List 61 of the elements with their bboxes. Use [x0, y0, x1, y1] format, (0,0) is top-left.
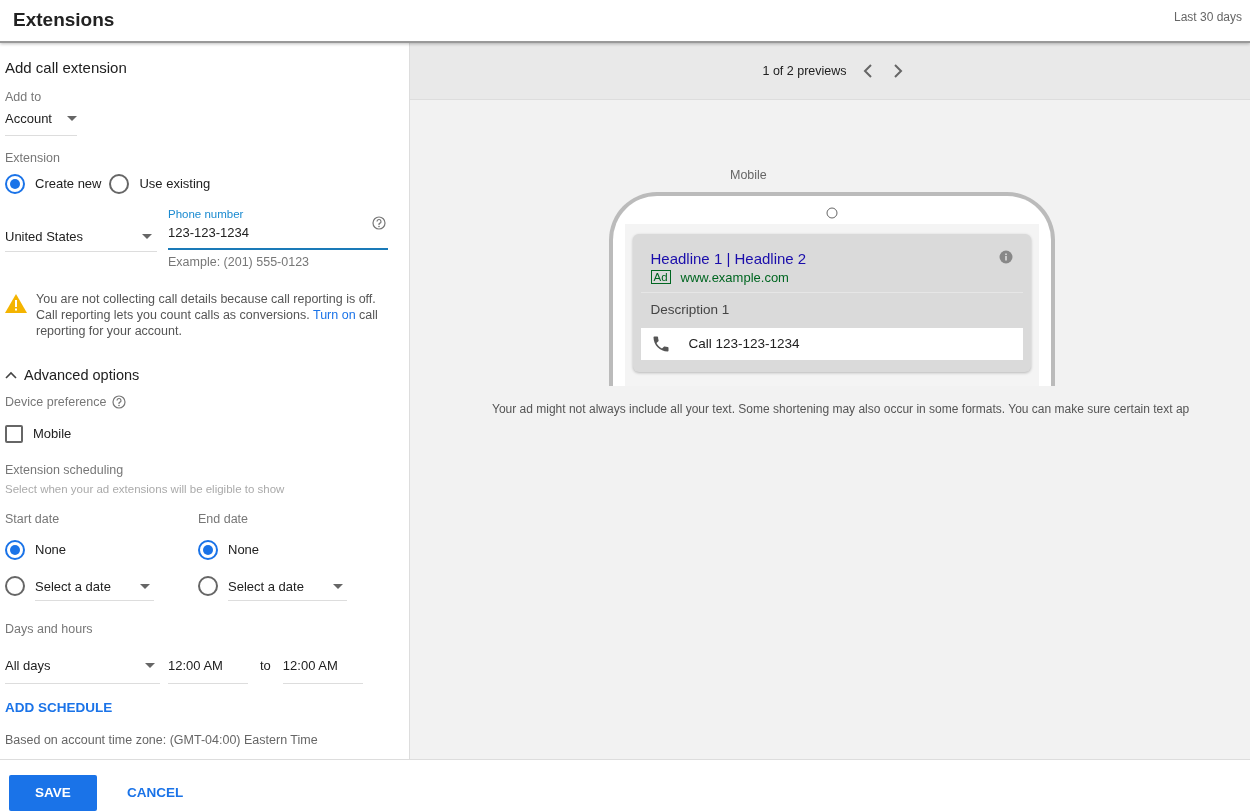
- preview-counter: 1 of 2 previews: [762, 63, 847, 78]
- field-label: Device preference: [5, 394, 107, 409]
- field-label: Start date: [5, 511, 61, 526]
- start-time-field[interactable]: 12:00 AM: [168, 647, 248, 684]
- radio-button[interactable]: [198, 539, 218, 560]
- radio-button[interactable]: [5, 539, 25, 560]
- field-hint: Example: (201) 555-0123: [168, 254, 311, 269]
- section-hint: Select when your ad extensions will be eligible to show: [5, 482, 286, 495]
- date-dropdown[interactable]: Select a date: [228, 578, 347, 601]
- radio-button[interactable]: [198, 575, 218, 596]
- help-icon[interactable]: [372, 215, 386, 230]
- form-heading: Add call extension: [5, 58, 128, 76]
- ad-description: Description 1: [649, 300, 731, 319]
- checkbox[interactable]: [5, 424, 23, 443]
- page-title: Extensions: [13, 9, 115, 32]
- radio-label: Use existing: [139, 176, 211, 192]
- field-label: Add to: [5, 89, 43, 104]
- field-label: End date: [198, 511, 250, 526]
- warning-message: You are not collecting call details because call reporting is off. Call reporting lets you count calls as conversions. Turn on call reporting for your account.: [36, 290, 379, 339]
- caret-icon: [67, 115, 77, 121]
- preview-note: Your ad might not always include all your text. Some shortening may also occur in some formats. You can make sure certain text ap: [492, 401, 1190, 416]
- info-icon[interactable]: [998, 249, 1013, 264]
- checkbox-label: Mobile: [33, 426, 72, 442]
- phone-number-field[interactable]: Phone number 123-123-1234: [168, 207, 388, 250]
- previous-icon[interactable]: [862, 63, 873, 78]
- radio-label: Create new: [35, 176, 102, 192]
- add-to-dropdown[interactable]: Account: [5, 103, 77, 136]
- date-dropdown[interactable]: Select a date: [35, 578, 154, 601]
- device-label: Mobile: [730, 167, 767, 182]
- section-label: Extension scheduling: [5, 462, 125, 477]
- caret-icon: [142, 233, 152, 239]
- radio-button[interactable]: [5, 173, 25, 194]
- save-button[interactable]: SAVE: [9, 774, 97, 811]
- add-schedule-link[interactable]: ADD SCHEDULE: [5, 699, 113, 715]
- field-label: Days and hours: [5, 621, 94, 636]
- cancel-button[interactable]: CANCEL: [121, 779, 190, 807]
- ad-url: www.example.com: [680, 269, 789, 285]
- timezone-note: Based on account time zone: (GMT-04:00) Eastern Time: [5, 732, 319, 747]
- field-label: Phone number: [168, 207, 244, 220]
- warning-icon: [5, 293, 27, 313]
- advanced-options-toggle[interactable]: Advanced options: [5, 366, 409, 383]
- to-label: to: [260, 658, 271, 674]
- radio-label: None: [228, 542, 260, 558]
- camera-icon: [825, 206, 838, 219]
- radio-label: None: [35, 542, 67, 558]
- next-icon[interactable]: [892, 63, 903, 78]
- radio-button[interactable]: [109, 173, 130, 194]
- country-dropdown[interactable]: United States: [5, 221, 157, 252]
- date-range[interactable]: Last 30 days: [1173, 10, 1242, 24]
- caret-icon: [145, 662, 155, 668]
- caret-icon: [140, 583, 150, 589]
- radio-button[interactable]: [5, 575, 25, 596]
- ad-headline[interactable]: Headline 1 | Headline 2: [650, 249, 807, 267]
- field-label: Extension: [5, 150, 61, 165]
- ad-badge: Ad: [650, 270, 671, 285]
- turn-on-link[interactable]: Turn on: [313, 307, 356, 322]
- help-icon[interactable]: [112, 394, 127, 409]
- caret-icon: [333, 583, 343, 589]
- call-row[interactable]: Call 123-123-1234: [640, 327, 1023, 360]
- days-dropdown[interactable]: All days: [5, 647, 160, 684]
- end-time-field[interactable]: 12:00 AM: [282, 647, 363, 684]
